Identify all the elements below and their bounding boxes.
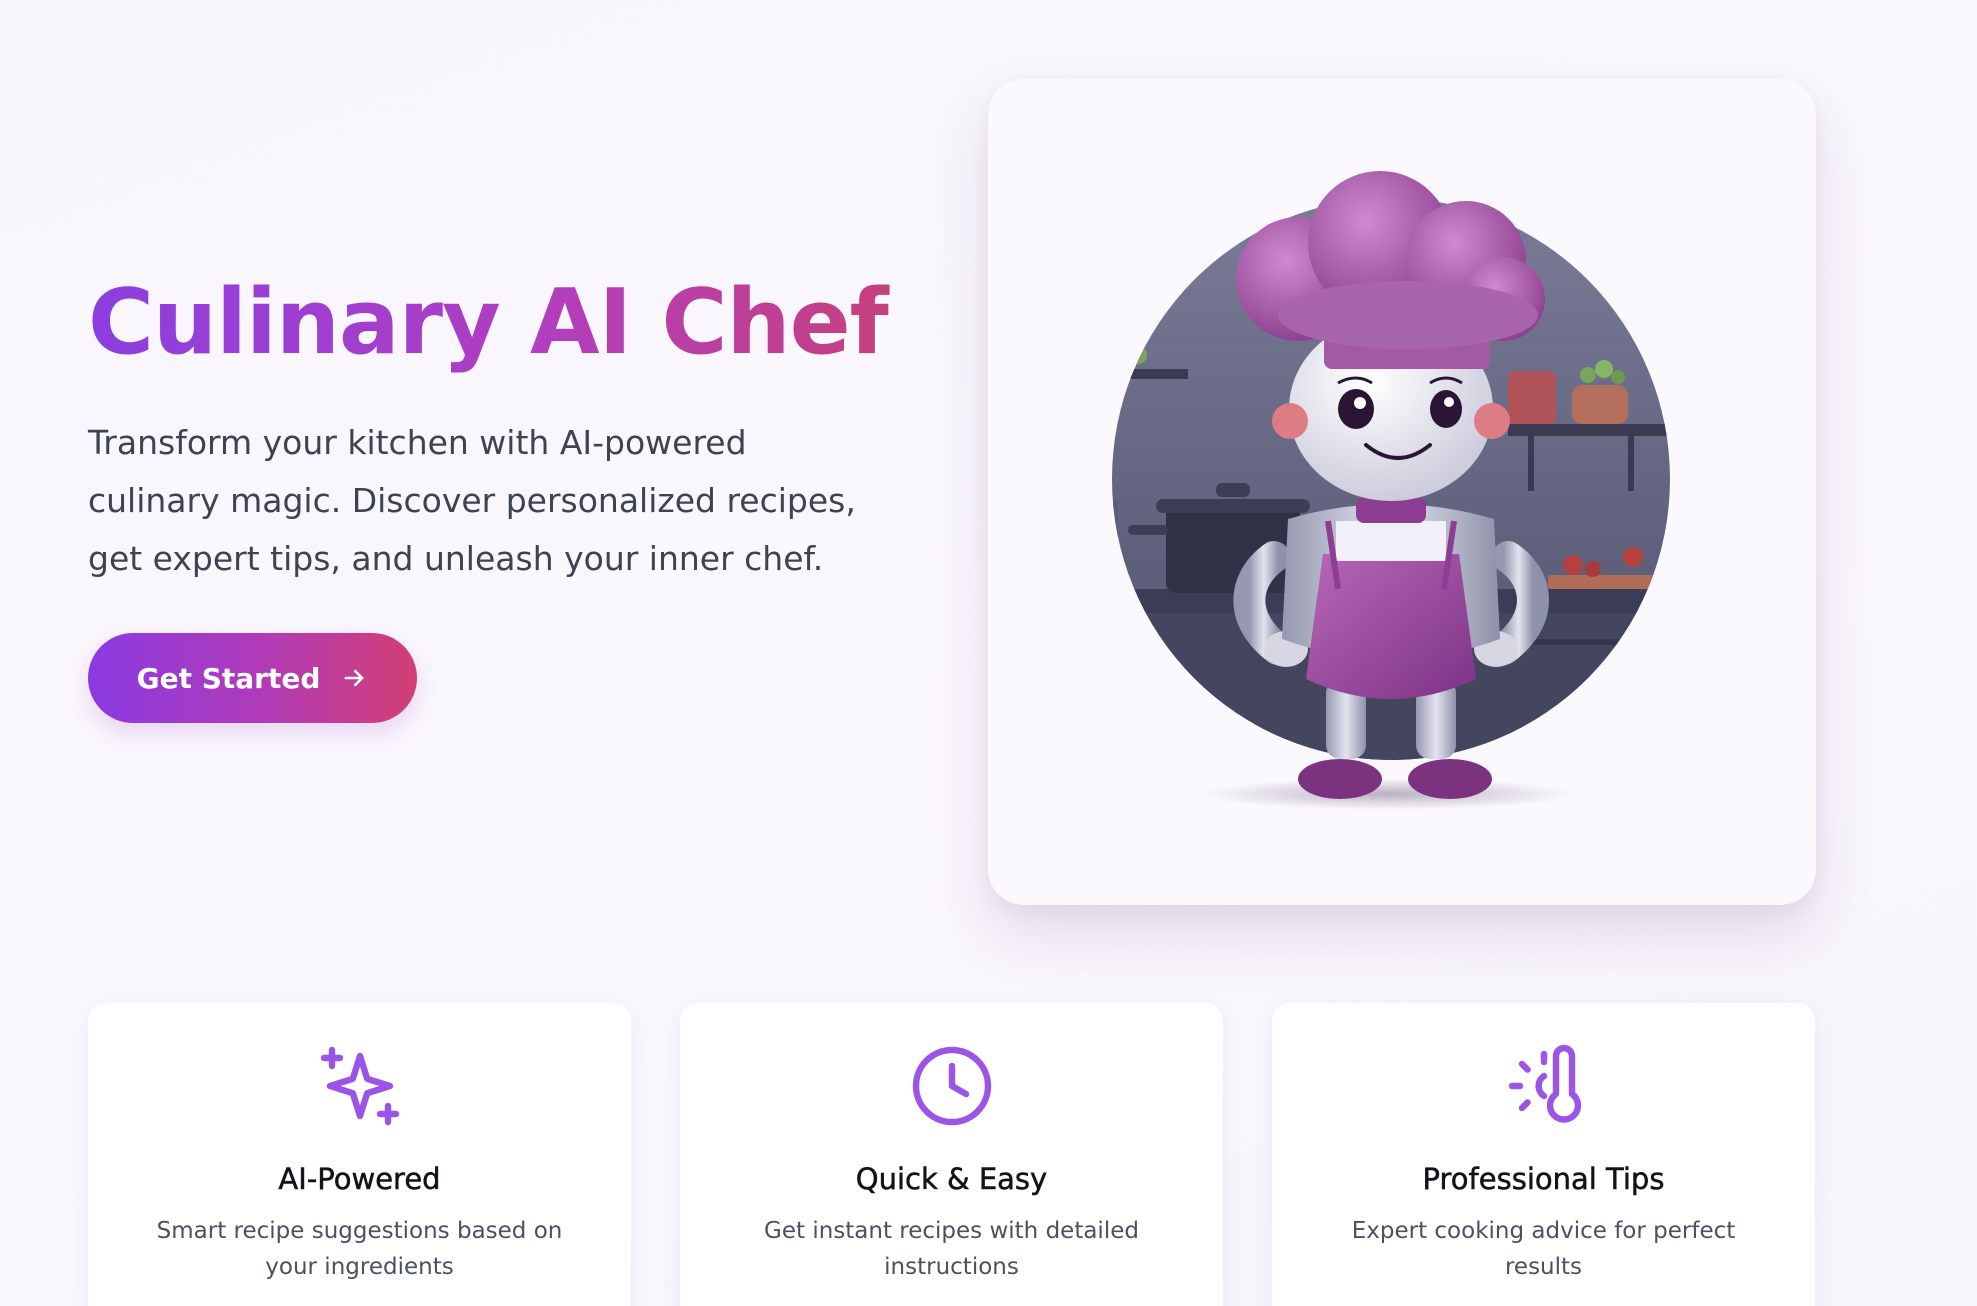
- feature-title: Professional Tips: [1422, 1162, 1665, 1197]
- robot-chef-illustration: [1112, 171, 1670, 810]
- feature-title: Quick & Easy: [855, 1162, 1048, 1197]
- hero-text: Culinary AI Chef Transform your kitchen …: [88, 270, 908, 588]
- arrow-right-icon: [340, 664, 368, 692]
- feature-card-quick-easy: Quick & Easy Get instant recipes with de…: [680, 1003, 1223, 1306]
- hero-image-card: [988, 79, 1816, 905]
- page-title: Culinary AI Chef: [88, 270, 908, 376]
- thermometer-sun-icon: [1496, 1038, 1592, 1134]
- get-started-button[interactable]: Get Started: [88, 633, 417, 723]
- hero-subtitle: Transform your kitchen with AI-powered c…: [88, 423, 856, 578]
- feature-description: Smart recipe suggestions based on your i…: [156, 1218, 563, 1280]
- feature-card-professional-tips: Professional Tips Expert cooking advice …: [1272, 1003, 1815, 1306]
- feature-description: Expert cooking advice for perfect result…: [1351, 1218, 1736, 1280]
- clock-icon: [904, 1038, 1000, 1134]
- feature-card-ai-powered: AI-Powered Smart recipe suggestions base…: [88, 1003, 631, 1306]
- sparkles-icon: [312, 1038, 408, 1134]
- get-started-label: Get Started: [136, 661, 321, 695]
- feature-title: AI-Powered: [278, 1162, 441, 1197]
- feature-description: Get instant recipes with detailed instru…: [764, 1218, 1139, 1280]
